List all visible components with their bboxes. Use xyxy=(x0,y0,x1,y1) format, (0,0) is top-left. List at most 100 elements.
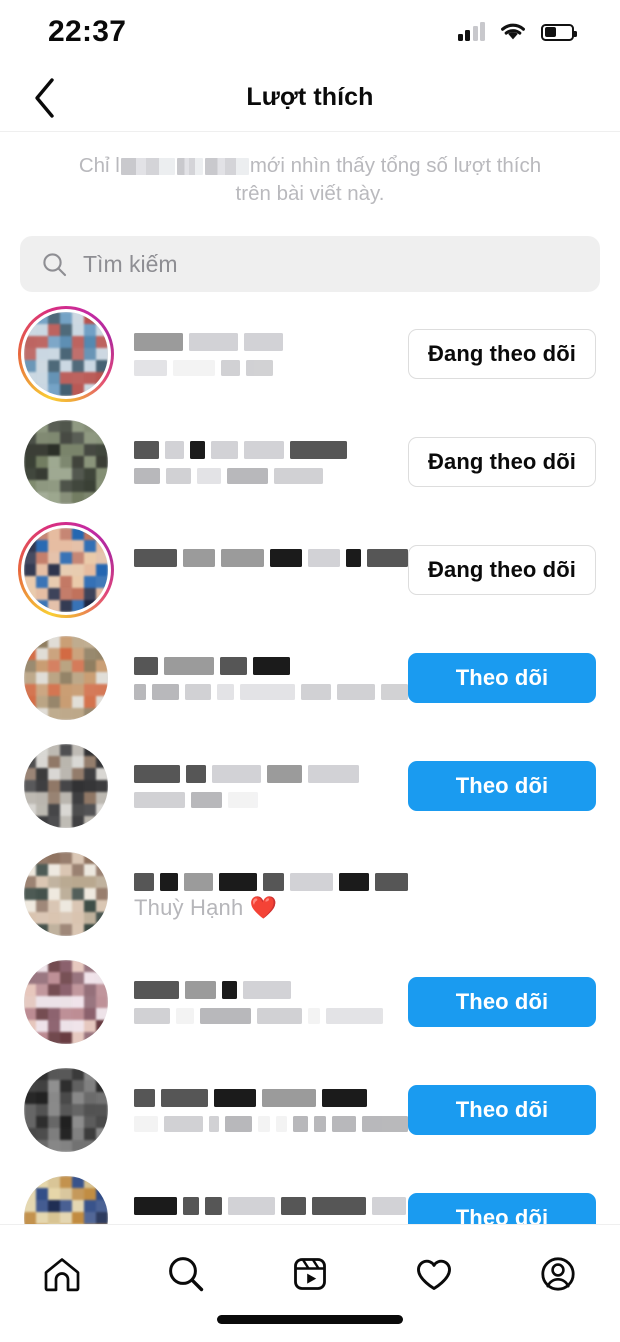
page-title: Lượt thích xyxy=(246,83,374,111)
avatar[interactable] xyxy=(24,420,108,504)
list-item[interactable]: Theo dõi xyxy=(0,948,620,1056)
tab-home[interactable] xyxy=(16,1245,108,1303)
tab-search[interactable] xyxy=(140,1245,232,1303)
redacted-text-block xyxy=(134,1088,155,1107)
reels-icon xyxy=(294,1258,326,1290)
avatar[interactable] xyxy=(24,960,108,1044)
follow-button[interactable]: Theo dõi xyxy=(408,1085,596,1135)
home-icon xyxy=(44,1258,80,1292)
redacted-text-block xyxy=(243,980,291,999)
redacted-text-block xyxy=(224,1115,253,1132)
follow-button[interactable]: Theo dõi xyxy=(408,977,596,1027)
redacted-text-block xyxy=(372,1196,406,1215)
redacted-text-block xyxy=(312,1196,366,1215)
display-name xyxy=(134,576,408,592)
redacted-text-block xyxy=(185,980,216,999)
redacted-username-block xyxy=(176,158,203,175)
redacted-text-block xyxy=(200,1007,251,1024)
avatar-image-wrap xyxy=(24,528,108,612)
list-item[interactable]: Theo dõi xyxy=(0,1056,620,1164)
redacted-text-block xyxy=(134,791,185,808)
redacted-text-block xyxy=(322,1088,367,1107)
redacted-text-block xyxy=(258,1115,270,1132)
avatar[interactable] xyxy=(24,636,108,720)
tab-reels[interactable] xyxy=(264,1245,356,1303)
battery-icon xyxy=(541,23,577,41)
redacted-text-block xyxy=(227,467,268,484)
tab-profile[interactable] xyxy=(512,1245,604,1303)
avatar-image xyxy=(24,528,108,612)
display-name xyxy=(134,1007,408,1024)
redacted-text-block xyxy=(290,440,347,459)
redacted-text-block xyxy=(161,1088,208,1107)
redacted-text-block xyxy=(208,1115,219,1132)
list-item[interactable]: Thuỳ Hạnh ❤️ xyxy=(0,840,620,948)
redacted-text-block xyxy=(164,656,214,675)
redacted-text-block xyxy=(134,359,167,376)
list-item[interactable]: Đang theo dõi xyxy=(0,300,620,408)
redacted-text-block xyxy=(134,872,155,891)
redacted-text-block xyxy=(267,764,302,783)
redacted-text-block xyxy=(134,980,179,999)
list-item[interactable]: Đang theo dõi xyxy=(0,408,620,516)
redacted-text-block xyxy=(244,332,283,351)
username xyxy=(134,764,408,783)
following-button[interactable]: Đang theo dõi xyxy=(408,329,596,379)
redacted-text-block xyxy=(290,872,334,891)
redacted-text-block xyxy=(269,548,303,567)
display-name-text: Thuỳ Hạnh ❤️ xyxy=(134,894,278,920)
back-button[interactable] xyxy=(22,75,68,121)
following-button[interactable]: Đang theo dõi xyxy=(408,545,596,595)
search-placeholder: Tìm kiếm xyxy=(83,250,178,277)
avatar-image xyxy=(24,312,108,396)
cellular-signal-icon xyxy=(457,22,485,41)
redacted-text-block xyxy=(214,1088,256,1107)
tab-activity[interactable] xyxy=(388,1245,480,1303)
list-item[interactable]: Theo dõi xyxy=(0,624,620,732)
avatar-image xyxy=(24,636,108,720)
avatar[interactable] xyxy=(24,1068,108,1152)
profile-icon xyxy=(541,1257,575,1291)
user-names xyxy=(134,1196,408,1224)
list-item[interactable]: Theo dõi xyxy=(0,1164,620,1224)
redacted-text-block xyxy=(173,359,215,376)
likes-privacy-note-prefix: Chỉ l xyxy=(78,154,120,177)
follow-button[interactable]: Theo dõi xyxy=(408,1193,596,1224)
redacted-text-block xyxy=(257,1007,302,1024)
search-bar[interactable]: Tìm kiếm xyxy=(20,236,600,292)
avatar-image-wrap xyxy=(24,1068,108,1152)
redacted-text-block xyxy=(186,764,206,783)
follow-button[interactable]: Theo dõi xyxy=(408,653,596,703)
avatar[interactable] xyxy=(24,744,108,828)
redacted-text-block xyxy=(134,467,160,484)
list-item[interactable]: Đang theo dõi xyxy=(0,516,620,624)
avatar-image-wrap xyxy=(24,960,108,1044)
avatar[interactable] xyxy=(24,852,108,936)
following-button[interactable]: Đang theo dõi xyxy=(408,437,596,487)
avatar[interactable] xyxy=(18,306,114,402)
redacted-text-block xyxy=(134,332,183,351)
follow-button[interactable]: Theo dõi xyxy=(408,761,596,811)
heart-icon xyxy=(417,1259,451,1290)
redacted-text-block xyxy=(134,548,177,567)
redacted-text-block xyxy=(262,1088,316,1107)
app-header: Lượt thích xyxy=(0,64,620,132)
redacted-text-block xyxy=(308,1007,320,1024)
redacted-text-block xyxy=(362,1115,408,1132)
redacted-text-block xyxy=(211,440,238,459)
redacted-text-block xyxy=(134,1115,158,1132)
user-names xyxy=(134,548,409,592)
home-indicator xyxy=(217,1315,403,1324)
redacted-text-block xyxy=(221,359,240,376)
redacted-text-block xyxy=(189,332,238,351)
redacted-text-block xyxy=(239,683,296,700)
list-item[interactable]: Theo dõi xyxy=(0,732,620,840)
redacted-text-block xyxy=(217,683,234,700)
avatar[interactable] xyxy=(18,522,114,618)
likes-user-list[interactable]: Đang theo dõi Đang theo dõi Đang theo dõi T… xyxy=(0,300,620,1224)
status-bar: 22:37 xyxy=(0,0,620,64)
redacted-text-block xyxy=(331,1115,357,1132)
avatar[interactable] xyxy=(24,1176,108,1224)
redacted-text-block xyxy=(212,764,261,783)
search-input[interactable]: Tìm kiếm xyxy=(20,236,600,292)
